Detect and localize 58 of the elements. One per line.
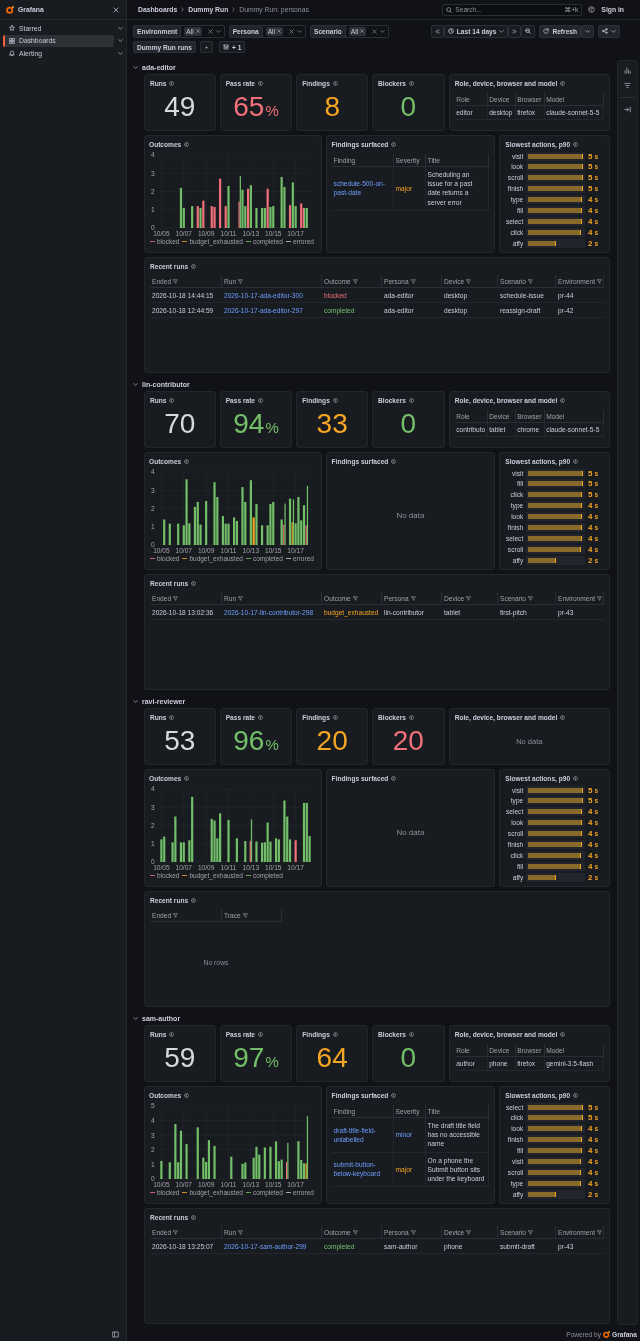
gauge-value: 5: [588, 1113, 593, 1123]
stat-value: 64: [316, 1044, 348, 1072]
gauge-value: 4: [588, 544, 593, 554]
gauge-value: 4: [588, 1124, 593, 1134]
stat-value: 94: [233, 410, 265, 438]
gauge-value: 4: [588, 501, 593, 511]
gauge-value: 2: [588, 555, 593, 565]
stat-unit: %: [265, 1054, 279, 1069]
stat-value: 49: [164, 93, 196, 121]
empty-message: No data: [396, 511, 425, 520]
stat-value: 70: [164, 410, 196, 438]
stat-value: 0: [400, 93, 417, 121]
gauge-value: 5: [588, 479, 593, 489]
stat-value: 0: [400, 1044, 417, 1072]
gauge-value: 4: [588, 227, 593, 237]
empty-message: No data: [396, 828, 425, 837]
gauge-value: 4: [588, 861, 593, 871]
gauge-value: 5: [588, 162, 593, 172]
gauge-value: 4: [588, 818, 593, 828]
stat-value: 20: [316, 727, 348, 755]
stat-value: 20: [392, 727, 424, 755]
gauge-value: 4: [588, 850, 593, 860]
stat-value: 96: [233, 727, 265, 755]
gauge-value: 4: [588, 216, 593, 226]
gauge-value: 2: [588, 1189, 593, 1199]
stat-value: 8: [324, 93, 340, 121]
gauge-value: 4: [588, 205, 593, 215]
stat-unit: %: [265, 420, 279, 435]
stat-value: 33: [316, 410, 348, 438]
stat-value: 65: [233, 93, 265, 121]
gauge-value: 5: [588, 490, 593, 500]
gauge-value: 5: [588, 785, 593, 795]
gauge-value: 4: [588, 807, 593, 817]
stat-value: 97: [233, 1044, 265, 1072]
gauge-value: 4: [588, 1156, 593, 1166]
gauge-value: 4: [588, 512, 593, 521]
gauge-value: 4: [588, 1178, 593, 1188]
gauge-value: 5: [588, 184, 593, 194]
gauge-value: 4: [588, 533, 593, 543]
gauge-value: 4: [588, 195, 593, 204]
stat-value: 53: [164, 727, 196, 755]
gauge-value: 5: [588, 796, 593, 806]
gauge-value: 2: [588, 872, 593, 882]
gauge-value: 5: [588, 468, 593, 478]
gauge-value: 4: [588, 839, 593, 849]
stat-unit: %: [265, 103, 279, 118]
gauge-value: 4: [588, 522, 593, 532]
gauge-value: 4: [588, 829, 593, 838]
gauge-value: 5: [588, 173, 593, 183]
gauge-value: 2: [588, 238, 593, 248]
gauge-value: 4: [588, 1146, 593, 1155]
gauge-value: 4: [588, 1167, 593, 1177]
gauge-value: 4: [588, 1135, 593, 1145]
stat-unit: %: [265, 737, 279, 752]
stat-value: 59: [164, 1044, 196, 1072]
gauge-value: 5: [588, 1102, 593, 1112]
stat-value: 0: [400, 410, 417, 438]
gauge-value: 5: [588, 151, 593, 161]
